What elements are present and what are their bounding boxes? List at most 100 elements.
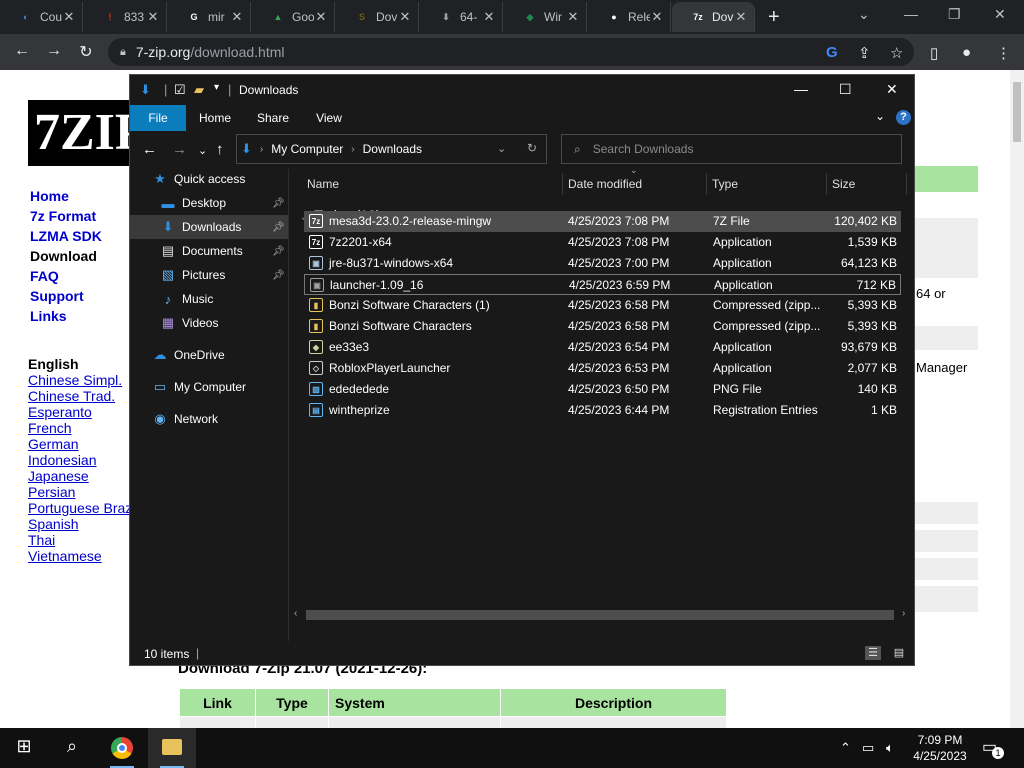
back-icon[interactable]: ← — [12, 42, 32, 60]
pin-icon[interactable]: 📌︎ — [272, 270, 285, 281]
nav-item-onedrive[interactable]: ☁ OneDrive — [130, 343, 288, 367]
horizontal-scroll-thumb[interactable] — [306, 610, 894, 620]
tab-close-icon[interactable]: ✕ — [650, 9, 664, 25]
language-link[interactable]: Esperanto — [28, 404, 132, 420]
language-link[interactable]: French — [28, 420, 132, 436]
help-icon[interactable]: ? — [896, 110, 911, 125]
file-row[interactable]: ◆ ee33e3 4/25/2023 6:54 PM Application 93,67… — [304, 337, 901, 358]
action-center-icon[interactable]: ▭ 1 — [982, 737, 1004, 759]
recent-locations-icon[interactable]: ⌄ — [198, 144, 207, 157]
language-link[interactable]: Indonesian — [28, 452, 132, 468]
site-nav-link[interactable]: LZMA SDK — [30, 226, 102, 246]
tab-search-icon[interactable]: ⌄ — [858, 6, 870, 23]
pin-icon[interactable]: 📌︎ — [272, 198, 285, 209]
menu-kebab-icon[interactable]: ⋮ — [996, 44, 1011, 62]
google-lens-icon[interactable]: G — [826, 44, 838, 61]
file-row[interactable]: 7z mesa3d-23.0.2-release-mingw 4/25/2023 7… — [304, 211, 901, 232]
ribbon-tab-view[interactable]: View — [306, 105, 352, 131]
site-nav-link[interactable]: 7z Format — [30, 206, 102, 226]
reload-icon[interactable]: ↻ — [76, 42, 96, 62]
language-link[interactable]: Japanese — [28, 468, 132, 484]
share-icon[interactable]: ⇪ — [858, 44, 871, 62]
search-input[interactable]: ⌕ Search Downloads — [561, 134, 902, 164]
site-nav-link[interactable]: Links — [30, 306, 102, 326]
horizontal-scrollbar[interactable]: ‹ › — [290, 607, 914, 623]
nav-item-downloads[interactable]: ⬇ Downloads 📌︎ — [130, 215, 288, 239]
volume-icon[interactable]: 🔈︎ — [886, 740, 894, 756]
tab-close-icon[interactable]: ✕ — [734, 9, 748, 25]
ribbon-tab-file[interactable]: File — [130, 105, 186, 131]
column-type[interactable]: Type — [712, 177, 738, 191]
language-link[interactable]: Spanish — [28, 516, 132, 532]
tab-close-icon[interactable]: ✕ — [398, 9, 412, 25]
browser-tab[interactable]: ⬇ 64- ✕ — [420, 2, 503, 32]
tab-close-icon[interactable]: ✕ — [566, 9, 580, 25]
tab-close-icon[interactable]: ✕ — [314, 9, 328, 25]
nav-item-music[interactable]: ♪ Music — [130, 287, 288, 311]
column-size[interactable]: Size — [832, 177, 855, 191]
pin-icon[interactable]: 📌︎ — [272, 246, 285, 257]
site-nav-link[interactable]: Support — [30, 286, 102, 306]
column-divider[interactable] — [706, 173, 707, 195]
maximize-button[interactable]: ☐ — [839, 81, 852, 98]
nav-item-my-computer[interactable]: ▭ My Computer — [130, 375, 288, 399]
profile-icon[interactable]: ● — [962, 44, 971, 61]
file-row[interactable]: ◇ RobloxPlayerLauncher 4/25/2023 6:53 PM Ap… — [304, 358, 901, 379]
breadcrumb-my-computer[interactable]: My Computer — [271, 142, 343, 156]
language-link[interactable]: German — [28, 436, 132, 452]
language-link[interactable]: Thai — [28, 532, 132, 548]
breadcrumb-downloads[interactable]: Downloads — [363, 142, 422, 156]
tab-close-icon[interactable]: ✕ — [146, 9, 160, 25]
page-scroll-thumb[interactable] — [1013, 82, 1021, 142]
expand-ribbon-icon[interactable]: ⌄ — [875, 109, 885, 123]
column-divider[interactable] — [826, 173, 827, 195]
file-row[interactable]: ▮ Bonzi Software Characters 4/25/2023 6:58… — [304, 316, 901, 337]
details-view-icon[interactable]: ☰ — [865, 646, 881, 660]
browser-tab[interactable]: ● Rele ✕ — [588, 2, 671, 32]
file-row[interactable]: ▣ jre-8u371-windows-x64 4/25/2023 7:00 PM A… — [304, 253, 901, 274]
refresh-icon[interactable]: ↻ — [527, 141, 537, 155]
file-row[interactable]: ▣ launcher-1.09_16 4/25/2023 6:59 PM Applic… — [304, 274, 901, 295]
nav-item-quick-access[interactable]: ★ Quick access — [130, 167, 288, 191]
show-hidden-icons-icon[interactable]: ⌃ — [840, 740, 851, 756]
browser-tab[interactable]: ▲ Goo ✕ — [252, 2, 335, 32]
properties-check-icon[interactable]: ☑ — [174, 82, 186, 98]
browser-tab[interactable]: S Dov ✕ — [336, 2, 419, 32]
tab-close-icon[interactable]: ✕ — [230, 9, 244, 25]
file-row[interactable]: 7z 7z2201-x64 4/25/2023 7:08 PM Application… — [304, 232, 901, 253]
language-link[interactable]: Vietnamese — [28, 548, 132, 564]
language-link[interactable]: Persian — [28, 484, 132, 500]
column-divider[interactable] — [562, 173, 563, 195]
column-divider[interactable] — [906, 173, 907, 195]
nav-item-documents[interactable]: ▤ Documents 📌︎ — [130, 239, 288, 263]
up-arrow-icon[interactable]: ↑ — [216, 141, 224, 158]
pin-icon[interactable]: 📌︎ — [272, 222, 285, 233]
system-clock[interactable]: 7:09 PM 4/25/2023 — [908, 732, 972, 764]
page-scrollbar[interactable] — [1010, 70, 1024, 728]
browser-tab[interactable]: Gmir ✕ — [168, 2, 251, 32]
close-button[interactable]: ✕ — [886, 81, 898, 98]
nav-item-desktop[interactable]: ▬ Desktop 📌︎ — [130, 191, 288, 215]
chrome-taskbar-button[interactable] — [98, 728, 146, 768]
language-link[interactable]: Portuguese Braz — [28, 500, 132, 516]
site-nav-link[interactable]: Home — [30, 186, 102, 206]
side-panel-icon[interactable]: ▯ — [930, 44, 938, 62]
ribbon-tab-share[interactable]: Share — [250, 105, 296, 131]
restore-browser-button[interactable]: ❐ — [948, 6, 961, 23]
file-row[interactable]: ▨ edededede 4/25/2023 6:50 PM PNG File 140 K… — [304, 379, 901, 400]
minimize-browser-button[interactable]: — — [904, 6, 918, 22]
browser-tab[interactable]: 7z Dov ✕ — [672, 2, 755, 32]
large-icons-view-icon[interactable]: ▤ — [891, 646, 907, 660]
scroll-left-icon[interactable]: ‹ — [294, 608, 297, 619]
nav-item-pictures[interactable]: ▧ Pictures 📌︎ — [130, 263, 288, 287]
explorer-address-bar[interactable]: ⬇ › My Computer › Downloads ⌄ ↻ — [236, 134, 547, 164]
browser-tab[interactable]: ◐ Cou ✕ — [0, 2, 83, 32]
file-row[interactable]: ▮ Bonzi Software Characters (1) 4/25/2023 … — [304, 295, 901, 316]
file-explorer-taskbar-button[interactable] — [148, 728, 196, 768]
minimize-button[interactable]: — — [794, 81, 808, 97]
tab-close-icon[interactable]: ✕ — [62, 9, 76, 25]
language-link[interactable]: Chinese Trad. — [28, 388, 132, 404]
new-folder-icon[interactable]: ▰ — [194, 82, 204, 98]
search-icon[interactable]: ⌕ — [60, 736, 84, 757]
browser-tab[interactable]: ◆ Wir ✕ — [504, 2, 587, 32]
